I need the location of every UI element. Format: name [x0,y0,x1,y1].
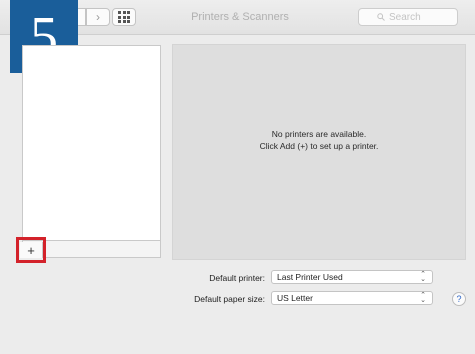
add-button-highlight [16,237,46,263]
show-all-button[interactable] [112,8,136,26]
printer-detail-panel [172,44,466,260]
default-paper-size-value: US Letter [277,293,313,303]
printer-list[interactable] [22,45,161,241]
grid-icon [118,11,130,23]
magnifier-icon [377,13,385,21]
updown-chevron-icon: ⌃ ⌄ [420,271,426,283]
empty-state-line-1: No printers are available. [271,129,367,139]
search-input[interactable] [389,11,439,23]
question-mark-icon: ? [456,294,462,304]
chevron-right-icon: › [96,10,100,24]
forward-button[interactable]: › [86,8,110,26]
window-title: Printers & Scanners [191,11,289,23]
search-field[interactable] [358,8,458,26]
empty-state-message: No printers are available. Click Add (+)… [172,128,466,152]
default-paper-size-label: Default paper size: [194,294,265,304]
default-printer-label: Default printer: [209,273,265,283]
default-paper-size-select[interactable]: US Letter ⌃ ⌄ [271,291,433,305]
updown-chevron-icon: ⌃ ⌄ [420,292,426,304]
default-printer-select[interactable]: Last Printer Used ⌃ ⌄ [271,270,433,284]
empty-state-line-2: Click Add (+) to set up a printer. [259,141,379,151]
help-button[interactable]: ? [452,292,466,306]
default-printer-value: Last Printer Used [277,272,343,282]
